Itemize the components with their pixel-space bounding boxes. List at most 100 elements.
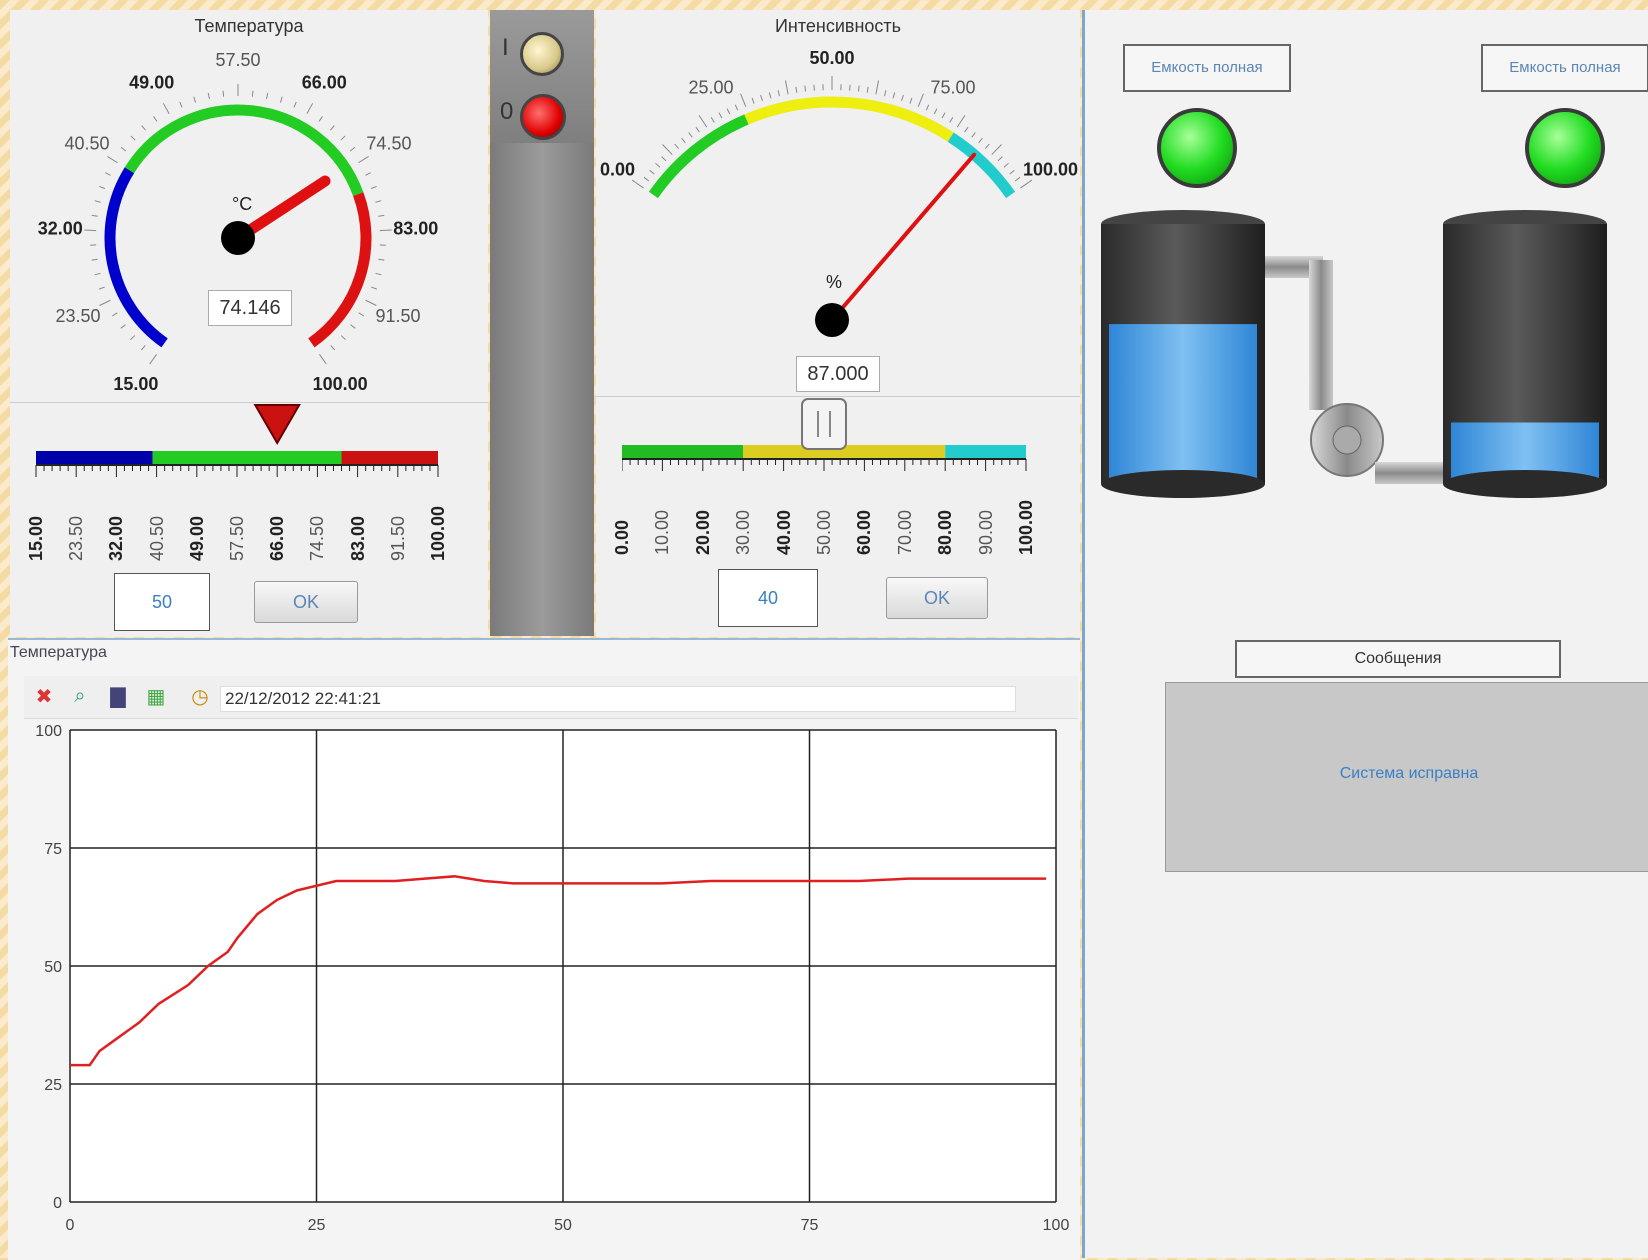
temperature-gauge-tick-label: 83.00: [393, 219, 438, 239]
temperature-gauge-tick: [351, 325, 356, 329]
temperature-slider-color-band: [36, 451, 153, 465]
temperature-setpoint-input[interactable]: 50: [114, 573, 210, 631]
intensity-gauge-tick-label: 25.00: [688, 78, 733, 98]
temperature-gauge-tick: [180, 102, 182, 108]
temperature-gauge-tick: [142, 126, 146, 131]
intensity-slider-scale-label: 60.00: [854, 510, 875, 555]
temperature-gauge-tick-label: 91.50: [375, 306, 420, 326]
intensity-slider-color-band: [945, 445, 1026, 459]
temperature-gauge-tick: [375, 201, 381, 203]
intensity-setpoint-input[interactable]: 40: [718, 569, 818, 627]
temperature-slider-scale-label: 23.50: [66, 516, 87, 561]
intensity-gauge-tick: [876, 80, 879, 94]
temperature-gauge-tick: [130, 336, 134, 340]
intensity-slider-scale-label: 100.00: [1016, 500, 1037, 555]
temperature-gauge-tick: [341, 136, 345, 140]
temperature-gauge-tick: [376, 273, 382, 274]
switch-off-button[interactable]: [520, 94, 566, 140]
trend-chart: 02550751000255075100: [18, 720, 1072, 1260]
intensity-gauge-tick: [885, 90, 886, 96]
outlet-pipe-vertical: [1309, 260, 1333, 410]
chart-x-tick-label: 25: [308, 1217, 326, 1234]
intensity-gauge-tick: [662, 157, 666, 161]
temperature-gauge-tick: [194, 97, 196, 103]
temperature-gauge-tick: [121, 147, 126, 151]
save-icon[interactable]: ▇: [106, 684, 130, 708]
zoom-reset-icon[interactable]: ✖: [32, 684, 56, 708]
right-tank-indicator: [1525, 108, 1605, 188]
intensity-slider-thumb: [802, 399, 846, 449]
temperature-gauge-tick: [84, 230, 96, 231]
chart-x-tick-label: 0: [66, 1217, 75, 1234]
temperature-ok-button[interactable]: OK: [254, 581, 358, 623]
temperature-gauge-tick: [378, 215, 384, 216]
temperature-gauge-tick: [121, 325, 126, 329]
intensity-gauge-tick-label: 75.00: [930, 78, 975, 98]
temperature-gauge-tick: [366, 300, 377, 305]
intensity-gauge-tick: [972, 133, 976, 138]
temperature-gauge-tick: [141, 345, 145, 350]
temperature-slider-scale-label: 83.00: [348, 516, 369, 561]
intensity-slider-scale-label: 40.00: [774, 510, 795, 555]
intensity-gauge-tick: [632, 180, 643, 188]
temperature-gauge-tick: [105, 173, 110, 176]
intensity-gauge-tick-label: 50.00: [809, 48, 854, 68]
temperature-gauge-tick: [341, 336, 345, 340]
switch-on-button[interactable]: [520, 32, 564, 76]
right-tank-full-label: Емкость полная: [1481, 44, 1648, 92]
temperature-gauge-tick: [330, 126, 334, 131]
intensity-gauge-tick: [785, 80, 788, 94]
temperature-gauge-tick: [331, 345, 335, 350]
temperature-gauge-tick: [99, 186, 105, 188]
intensity-gauge-tick: [805, 86, 806, 92]
intensity-gauge-tick: [1004, 163, 1008, 167]
intensity-gauge-tick: [711, 117, 714, 122]
temperature-gauge-tick: [371, 287, 377, 289]
intensity-gauge-tick: [867, 87, 868, 93]
temperature-slider-scale-label: 74.50: [307, 516, 328, 561]
intensity-gauge-tick: [965, 127, 968, 132]
intensity-ok-button[interactable]: OK: [886, 577, 988, 619]
temperature-gauge-tick: [350, 147, 355, 151]
temperature-gauge-tick: [380, 230, 392, 231]
intensity-gauge-hub: [815, 303, 849, 337]
temperature-gauge-tick-label: 66.00: [302, 72, 347, 92]
intensity-gauge-tick: [957, 115, 965, 127]
intensity-gauge-tick: [950, 117, 953, 122]
zoom-icon[interactable]: ⌕: [68, 684, 92, 708]
temperature-slider-scale-label: 15.00: [26, 516, 47, 561]
intensity-gauge-tick: [778, 90, 779, 96]
temperature-gauge-tick: [95, 201, 101, 203]
export-icon[interactable]: ▦: [144, 684, 168, 708]
temperature-gauge-tick: [319, 116, 322, 121]
temperature-gauge-tick: [99, 287, 105, 289]
intensity-gauge-tick: [650, 170, 655, 174]
intensity-gauge-tick: [741, 94, 746, 107]
intensity-gauge-tick: [727, 109, 730, 114]
chart-x-tick-label: 100: [1043, 1217, 1070, 1234]
temperature-slider-color-band: [153, 451, 342, 465]
intensity-slider-scale-label: 10.00: [652, 510, 673, 555]
intensity-gauge-tick: [761, 95, 763, 101]
temperature-gauge-tick: [208, 93, 209, 99]
intensity-gauge-tick: [1010, 170, 1015, 174]
temperature-slider-scale-label: 40.50: [147, 516, 168, 561]
clock-icon[interactable]: ◷: [188, 684, 212, 708]
intensity-gauge: 0.0025.0050.0075.00100.00: [596, 10, 1080, 396]
intensity-gauge-tick: [985, 144, 989, 148]
intensity-gauge-tick: [656, 163, 660, 167]
intensity-gauge-tick: [682, 138, 686, 143]
temperature-gauge-tick: [252, 91, 253, 97]
intensity-slider-scale-label: 30.00: [733, 510, 754, 555]
intensity-slider-color-band: [622, 445, 743, 459]
intensity-gauge-needle: [832, 155, 974, 320]
intensity-gauge-tick: [1020, 180, 1031, 188]
intensity-gauge-tick: [942, 113, 945, 118]
intensity-panel: Интенсивность 0.0025.0050.0075.00100.00 …: [596, 10, 1080, 396]
trend-panel: Температура ✖ ⌕ ▇ ▦ ◷ 22/12/2012 22:41:2…: [8, 638, 1080, 1260]
intensity-gauge-tick: [719, 113, 722, 118]
intensity-gauge-tick: [918, 94, 923, 107]
temperature-gauge-tick-label: 32.00: [38, 219, 83, 239]
temperature-slider-scale-label: 57.50: [227, 516, 248, 561]
intensity-slider-scale-label: 70.00: [895, 510, 916, 555]
